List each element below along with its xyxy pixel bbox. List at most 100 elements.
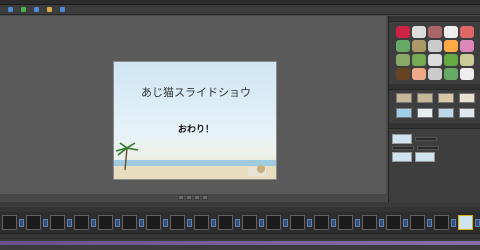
toolbar-button-3[interactable] [34, 7, 41, 12]
sticker-grid [389, 24, 480, 82]
slide-preview[interactable]: あじ猫スライドショウ おわり！ [113, 61, 277, 180]
transition-icon[interactable] [331, 218, 336, 227]
storyboard-frame[interactable] [386, 215, 402, 230]
transition-icon[interactable] [67, 218, 72, 227]
storyboard-frame[interactable] [98, 215, 114, 230]
transition-icon[interactable] [427, 218, 432, 227]
sticker-item[interactable] [460, 68, 474, 80]
transition-icon[interactable] [451, 218, 456, 227]
add-icon [21, 7, 26, 12]
sticker-item[interactable] [428, 68, 442, 80]
storyboard-frame[interactable] [218, 215, 234, 230]
transition-icon[interactable] [115, 218, 120, 227]
slide-title: あじ猫スライドショウ [141, 86, 251, 99]
toolbar-button-1[interactable] [8, 7, 15, 12]
transition-icon[interactable] [475, 218, 480, 227]
sticker-item[interactable] [396, 26, 410, 38]
storyboard-frame[interactable] [458, 215, 474, 230]
transition-icon[interactable] [211, 218, 216, 227]
toolbar-button-5[interactable] [60, 7, 67, 12]
storyboard-frame[interactable] [146, 215, 162, 230]
right-panel [388, 16, 480, 203]
frame-item[interactable] [396, 93, 412, 103]
sticker-item[interactable] [412, 54, 426, 66]
storyboard-frame[interactable] [266, 215, 282, 230]
sticker-item[interactable] [428, 54, 442, 66]
sticker-item[interactable] [396, 68, 410, 80]
next-icon[interactable] [194, 195, 200, 200]
transition-icon[interactable] [283, 218, 288, 227]
storyboard-frame[interactable] [362, 215, 378, 230]
storyboard-frame[interactable] [26, 215, 42, 230]
storyboard-frame[interactable] [50, 215, 66, 230]
film-icon [8, 7, 13, 12]
sticker-item[interactable] [428, 40, 442, 52]
frame-item[interactable] [417, 108, 433, 118]
sticker-item[interactable] [460, 40, 474, 52]
toolbar [0, 5, 480, 15]
transition-icon[interactable] [19, 218, 24, 227]
storyboard-frame[interactable] [2, 215, 18, 230]
storyboard-frame[interactable] [290, 215, 306, 230]
sticker-item[interactable] [444, 68, 458, 80]
toolbar-button-2[interactable] [21, 7, 28, 12]
property-thumbnail-2 [392, 152, 412, 162]
sticker-item[interactable] [444, 54, 458, 66]
transition-icon[interactable] [355, 218, 360, 227]
property-field-3[interactable] [417, 146, 439, 150]
transition-icon[interactable] [259, 218, 264, 227]
sticker-item[interactable] [412, 68, 426, 80]
storyboard-frame[interactable] [434, 215, 450, 230]
sticker-item[interactable] [412, 26, 426, 38]
previous-icon[interactable] [178, 195, 184, 200]
storyboard-frame[interactable] [314, 215, 330, 230]
frame-item[interactable] [438, 108, 454, 118]
frame-item[interactable] [438, 93, 454, 103]
storyboard-frame[interactable] [242, 215, 258, 230]
transition-icon[interactable] [139, 218, 144, 227]
toolbar-button-4[interactable] [47, 7, 54, 12]
sticker-item[interactable] [396, 40, 410, 52]
frame-item[interactable] [417, 93, 433, 103]
frame-item[interactable] [396, 108, 412, 118]
image-icon [34, 7, 39, 12]
transition-icon[interactable] [187, 218, 192, 227]
storyboard-frame[interactable] [338, 215, 354, 230]
sticker-item[interactable] [444, 40, 458, 52]
sticker-item[interactable] [460, 54, 474, 66]
property-thumbnail [392, 134, 412, 144]
sticker-item[interactable] [428, 26, 442, 38]
playback-controls [0, 194, 386, 201]
frame-item[interactable] [459, 93, 475, 103]
sticker-item[interactable] [444, 26, 458, 38]
stop-icon[interactable] [202, 195, 208, 200]
sticker-item[interactable] [412, 40, 426, 52]
frame-item[interactable] [459, 108, 475, 118]
storyboard-frame[interactable] [122, 215, 138, 230]
transition-icon[interactable] [403, 218, 408, 227]
preview-canvas: あじ猫スライドショウ おわり！ [0, 16, 386, 194]
transition-icon[interactable] [379, 218, 384, 227]
sticker-item[interactable] [460, 26, 474, 38]
storyboard-frame[interactable] [194, 215, 210, 230]
storyboard-frame[interactable] [410, 215, 426, 230]
transition-icon[interactable] [235, 218, 240, 227]
transition-icon[interactable] [91, 218, 96, 227]
properties-panel [389, 129, 480, 165]
timeline-track[interactable] [0, 241, 480, 245]
storyboard-frame[interactable] [170, 215, 186, 230]
frame-grid [389, 90, 480, 121]
transition-icon[interactable] [43, 218, 48, 227]
property-field[interactable] [415, 137, 437, 141]
sticker-item[interactable] [396, 54, 410, 66]
transition-icon[interactable] [163, 218, 168, 227]
timeline-ruler [0, 234, 480, 239]
timeline [0, 233, 480, 250]
palm-tree-icon [115, 142, 139, 171]
storyboard-frame[interactable] [74, 215, 90, 230]
property-field-2[interactable] [392, 146, 414, 150]
property-thumbnail-3 [415, 152, 435, 162]
play-icon[interactable] [186, 195, 192, 200]
transition-icon[interactable] [307, 218, 312, 227]
cat-icon [248, 165, 266, 176]
